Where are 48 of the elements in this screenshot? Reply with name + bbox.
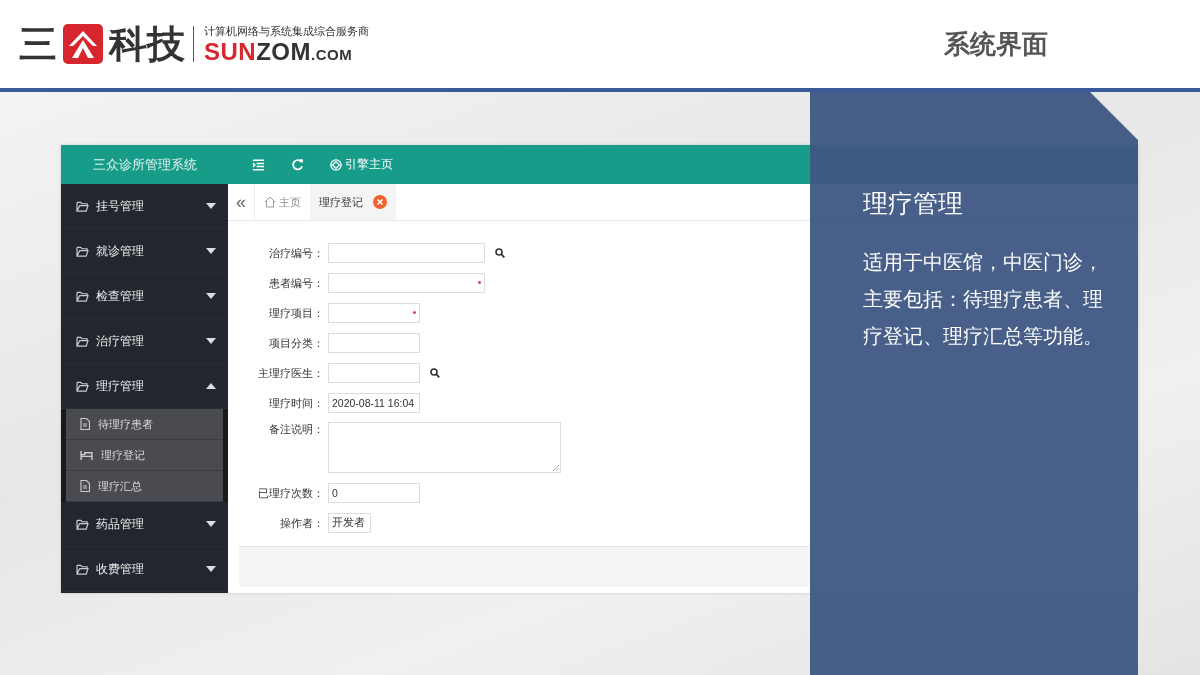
logo-text: 科技 [109,25,185,63]
field-label: 项目分类： [268,335,324,351]
file-icon [80,418,90,430]
file-icon [80,480,90,492]
input-field[interactable] [328,363,420,383]
folder-icon [76,518,89,530]
tab[interactable]: 理疗登记 [310,184,396,220]
notes-field[interactable] [328,422,561,473]
logo-text: 三 [19,25,57,63]
folder-icon [76,335,89,347]
folder-icon [76,245,89,257]
folder-icon [76,290,89,302]
input-field[interactable]: 0 [328,483,420,503]
field-label: 治疗编号： [268,245,324,261]
input-field[interactable] [328,243,485,263]
input-field[interactable] [328,333,420,353]
sidebar-subitem[interactable]: 理疗汇总 [66,471,223,502]
input-field[interactable]: 2020-08-11 16:04 [328,393,420,413]
slide-title: 系统界面 [944,27,1048,61]
folder-icon [76,200,89,212]
resize-grip-icon[interactable] [553,465,559,471]
logo-tagline: 计算机网络与系统集成综合服务商 [204,23,369,39]
sidebar-subitem[interactable]: 理疗登记 [66,440,223,471]
brand-wordmark: SUNZOM.COM [204,38,354,65]
field-label: 已理疗次数： [257,485,324,501]
bed-icon [80,450,93,460]
folder-icon [76,563,89,575]
input-field[interactable] [328,303,420,323]
sidebar-subitem[interactable]: 待理疗患者 [66,409,223,440]
panel-description: 适用于中医馆，中医门诊，主要包括：待理疗患者、理疗登记、理疗汇总等功能。 [863,250,1104,350]
refresh-icon [291,158,304,171]
field-label: 主理疗医生： [257,365,324,381]
app-title: 三众诊所管理系统 [61,145,228,184]
logo-icon [63,24,103,64]
input-field[interactable]: 开发者 [328,513,371,533]
search-icon[interactable] [495,248,505,258]
menu-icon [252,158,265,171]
field-label: 备注说明： [268,422,324,437]
home-icon [264,196,276,208]
field-label: 患者编号： [268,275,324,291]
field-label: 理疗项目： [268,305,324,321]
search-icon[interactable] [430,368,440,378]
field-label: 理疗时间： [268,395,324,411]
close-icon[interactable] [373,195,387,209]
input-field[interactable] [328,273,485,293]
field-label: 操作者： [279,515,324,531]
folder-icon [76,380,89,392]
panel-title: 理疗管理 [863,188,964,220]
